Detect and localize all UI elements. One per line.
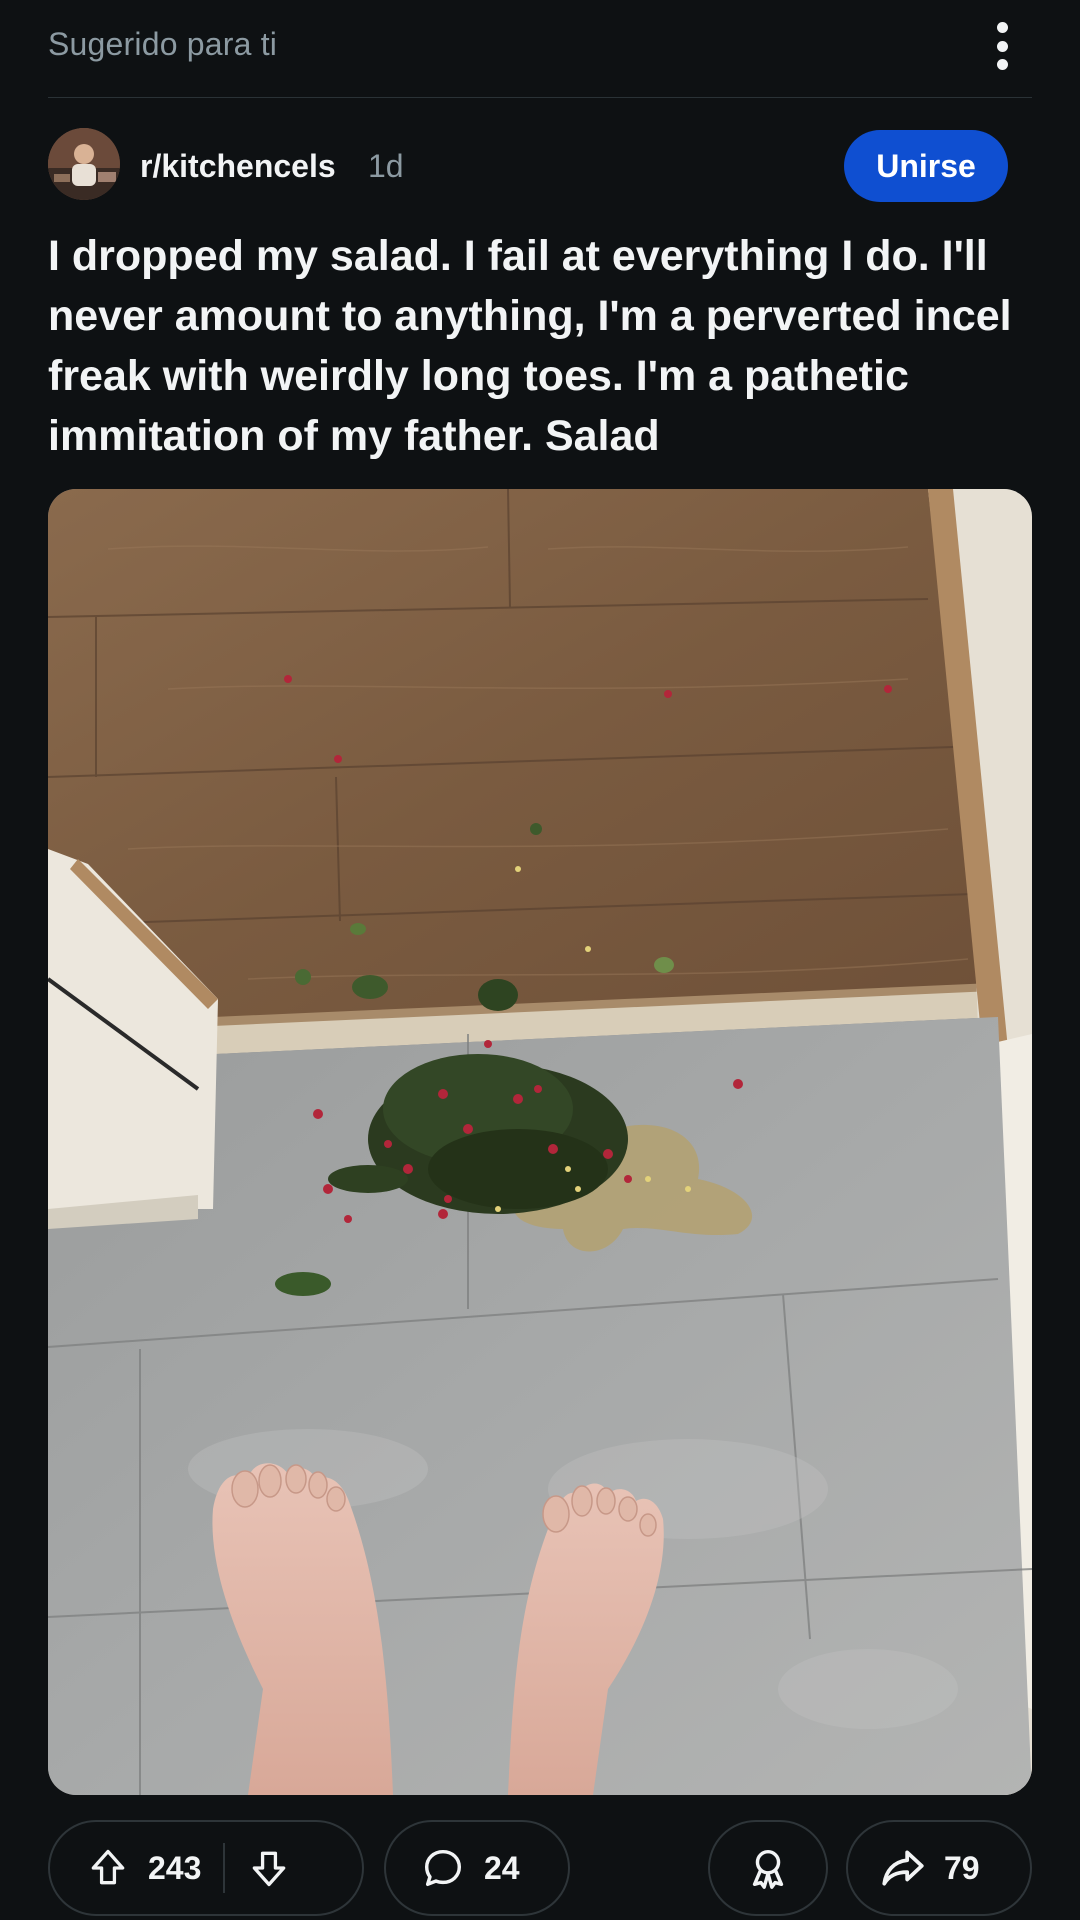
post-action-bar: 243 24 79 xyxy=(48,1820,1032,1916)
share-arrow-icon xyxy=(878,1843,928,1893)
suggested-label: Sugerido para ti xyxy=(48,26,278,62)
post-header: r/kitchencels 1d Unirse xyxy=(48,128,1032,208)
arrow-down-icon[interactable] xyxy=(247,1846,291,1890)
suggested-header: Sugerido para ti xyxy=(48,18,1032,98)
upvote-count: 243 xyxy=(148,1849,202,1886)
post-image[interactable] xyxy=(48,489,1032,1795)
post-title[interactable]: I dropped my salad. I fail at everything… xyxy=(48,226,1032,466)
subreddit-avatar[interactable] xyxy=(48,128,120,200)
award-ribbon-icon xyxy=(745,1845,791,1891)
more-vertical-icon[interactable] xyxy=(990,18,1014,74)
subreddit-name[interactable]: r/kitchencels xyxy=(140,148,336,185)
reddit-feed-screen: Sugerido para ti r/kitchencels 1d Unirse… xyxy=(0,0,1080,1920)
post-age: 1d xyxy=(368,148,404,184)
arrow-up-icon[interactable] xyxy=(86,1846,130,1890)
speech-bubble-icon xyxy=(420,1845,466,1891)
comment-count: 24 xyxy=(484,1849,520,1886)
share-count: 79 xyxy=(944,1849,980,1886)
comments-button[interactable]: 24 xyxy=(384,1820,570,1916)
share-button[interactable]: 79 xyxy=(846,1820,1032,1916)
vote-divider xyxy=(223,1843,226,1893)
join-button[interactable]: Unirse xyxy=(844,130,1008,202)
vote-control: 243 xyxy=(48,1820,364,1916)
award-button[interactable] xyxy=(708,1820,828,1916)
